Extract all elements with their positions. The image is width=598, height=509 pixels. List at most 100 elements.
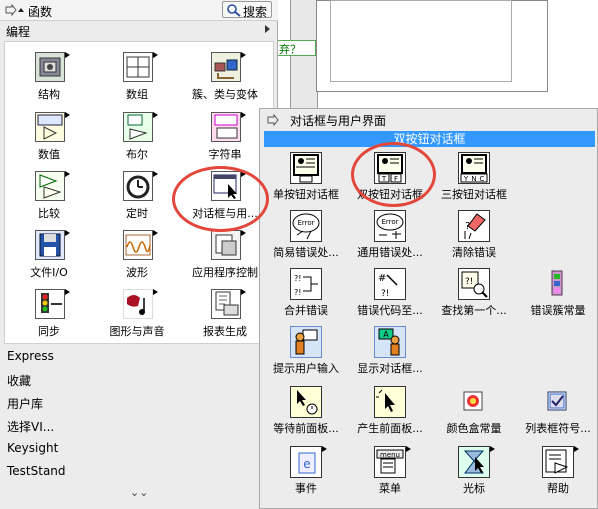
- category-express[interactable]: Express: [7, 349, 54, 363]
- error-code-icon: #?!: [374, 268, 406, 300]
- palette-item-string[interactable]: 字符串: [182, 108, 268, 168]
- comparison-icon: [35, 171, 70, 201]
- listbox-symbol-item[interactable]: 列表框符号...: [516, 383, 598, 443]
- svg-text:?!: ?!: [294, 274, 301, 283]
- one-button-dialog-icon: [290, 152, 322, 184]
- one-button-dialog-item[interactable]: 单按钮对话框: [264, 149, 348, 209]
- expand-more-icon[interactable]: ⌄⌄: [130, 486, 148, 499]
- palette-item-label: 定时: [126, 207, 148, 220]
- item-label: 错误簇常量: [530, 304, 586, 317]
- item-label: 事件: [295, 482, 317, 495]
- palette-title-bar: 函数 搜索: [0, 0, 278, 21]
- submenu-arrow-icon: [65, 289, 70, 295]
- array-icon: [123, 52, 158, 82]
- menu-item[interactable]: menu 菜单: [348, 443, 432, 503]
- submenu-arrow-icon: [241, 112, 246, 118]
- simple-error-icon: Error: [290, 210, 322, 242]
- item-label: 菜单: [379, 482, 401, 495]
- palette-item-graphics-sound[interactable]: 图形与声音: [94, 285, 180, 345]
- category-favorites[interactable]: 收藏: [7, 372, 31, 389]
- pin-icon[interactable]: [4, 3, 18, 17]
- submenu-arrow-icon: [65, 230, 70, 236]
- palette-item-cluster[interactable]: 簇、类与变体: [182, 48, 268, 108]
- app-control-icon: [211, 230, 246, 260]
- submenu-arrow-icon: [490, 446, 495, 452]
- help-item[interactable]: 帮助: [516, 443, 598, 503]
- category-keysight[interactable]: Keysight: [7, 441, 58, 455]
- n-glyph: N: [471, 175, 476, 183]
- find-first-error-item[interactable]: ?! 查找第一个...: [432, 265, 516, 325]
- palette-item-file-io[interactable]: 文件I/O: [6, 226, 92, 286]
- palette-item-label: 报表生成: [203, 325, 247, 338]
- palette-item-waveform[interactable]: 波形: [94, 226, 180, 286]
- palette-item-array[interactable]: 数组: [94, 48, 180, 108]
- palette-item-report[interactable]: 报表生成: [182, 285, 268, 345]
- category-select-vi[interactable]: 选择VI...: [7, 418, 54, 435]
- prompt-user-input-item[interactable]: 提示用户输入: [264, 323, 348, 383]
- cursor-item[interactable]: 光标: [432, 443, 516, 503]
- structures-icon: [35, 52, 70, 82]
- error-glyph: Error: [297, 219, 314, 227]
- generate-front-panel-icon: [374, 386, 406, 418]
- waveform-icon: [123, 230, 158, 260]
- item-label: 帮助: [547, 482, 569, 495]
- error-cluster-constant-item[interactable]: 错误簇常量: [516, 265, 598, 325]
- search-button[interactable]: 搜索: [222, 1, 272, 19]
- palette-item-structures[interactable]: 结构: [6, 48, 92, 108]
- menu-glyph: menu: [380, 451, 400, 459]
- submenu-arrow-icon: [406, 446, 411, 452]
- submenu-arrow-icon: [153, 52, 158, 58]
- item-label: 合并错误: [284, 304, 328, 317]
- magnifier-icon: [227, 4, 241, 17]
- wait-front-panel-icon: [290, 386, 322, 418]
- palette-item-label: 文件I/O: [30, 266, 68, 279]
- events-icon: e: [290, 446, 327, 478]
- submenu-arrow-icon: [153, 171, 158, 177]
- palette-item-numeric[interactable]: 数值: [6, 108, 92, 168]
- submenu-arrow-icon: [241, 230, 246, 236]
- submenu-arrow-icon: [241, 289, 246, 295]
- merge-errors-icon: ?!?!: [290, 268, 322, 300]
- merge-errors-item[interactable]: ?!?! 合并错误: [264, 265, 348, 325]
- item-label: 等待前面板...: [273, 422, 339, 435]
- error-code-to-cluster-item[interactable]: #?! 错误代码至...: [348, 265, 432, 325]
- palette-item-label: 结构: [38, 88, 60, 101]
- events-item[interactable]: e 事件: [264, 443, 348, 503]
- diagram-string-constant[interactable]: 弃？: [276, 40, 316, 56]
- category-programming[interactable]: 编程: [0, 21, 278, 39]
- item-label: 通用错误处...: [357, 246, 423, 259]
- y-glyph: Y: [463, 175, 469, 183]
- color-box-constant-item[interactable]: 颜色盒常量: [432, 383, 516, 443]
- e-glyph: e: [303, 457, 310, 471]
- clear-errors-item[interactable]: ? 清除错误: [432, 207, 516, 267]
- three-button-dialog-item[interactable]: Y N C 三按钮对话框: [432, 149, 516, 209]
- wait-front-panel-item[interactable]: 等待前面板...: [264, 383, 348, 443]
- item-label: 颜色盒常量: [446, 422, 502, 435]
- category-user-libraries[interactable]: 用户库: [7, 395, 43, 412]
- palette-item-app-control[interactable]: 应用程序控制: [182, 226, 268, 286]
- palette-item-label: 字符串: [208, 148, 242, 161]
- general-error-handler-item[interactable]: Error 通用错误处...: [348, 207, 432, 267]
- category-teststand[interactable]: TestStand: [7, 464, 66, 478]
- menu-icon: menu: [374, 446, 411, 478]
- palette-item-timing[interactable]: 定时: [94, 167, 180, 227]
- palette-item-comparison[interactable]: 比较: [6, 167, 92, 227]
- annotation-ellipse-two-button: [351, 142, 436, 207]
- palette-item-sync[interactable]: 同步: [6, 285, 92, 345]
- pin-icon[interactable]: [266, 113, 280, 127]
- item-label: 光标: [463, 482, 485, 495]
- simple-error-handler-item[interactable]: Error 简易错误处...: [264, 207, 348, 267]
- submenu-arrow-icon: [153, 289, 158, 295]
- generate-front-panel-item[interactable]: 产生前面板...: [348, 383, 432, 443]
- item-label: 清除错误: [452, 246, 496, 259]
- item-label: 错误代码至...: [357, 304, 423, 317]
- collapse-up-icon[interactable]: [17, 6, 25, 14]
- palette-item-boolean[interactable]: 布尔: [94, 108, 180, 168]
- report-icon: [211, 289, 246, 319]
- subpalette-title-bar: 对话框与用户界面: [260, 109, 597, 129]
- search-label: 搜索: [243, 5, 268, 19]
- palette-item-label: 数值: [38, 148, 60, 161]
- file-io-icon: [35, 230, 70, 260]
- display-dialog-item[interactable]: A 显示对话框...: [348, 323, 432, 383]
- clear-errors-icon: ?: [458, 210, 490, 242]
